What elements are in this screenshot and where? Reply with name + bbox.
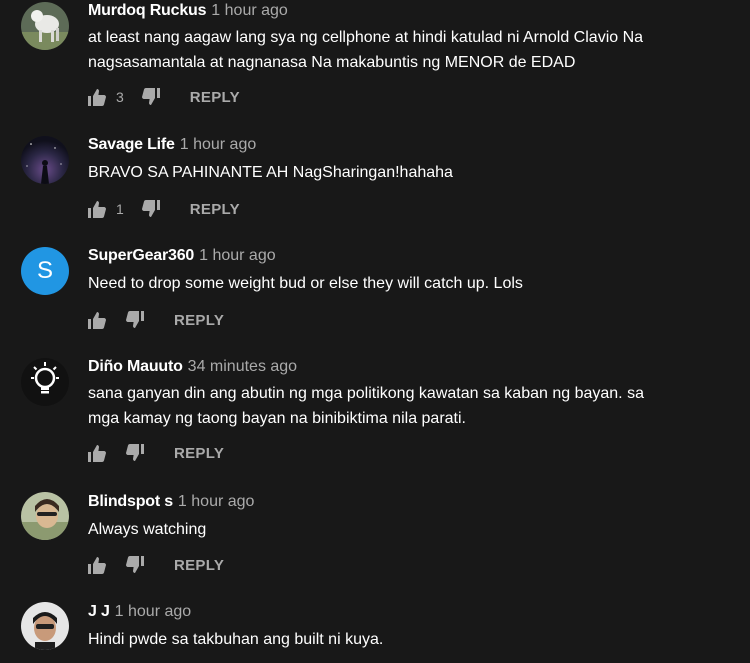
avatar-photo-image: [21, 492, 69, 540]
avatar[interactable]: S: [21, 247, 69, 295]
comment-text-line: Always watching: [88, 521, 207, 538]
author-name[interactable]: SuperGear360: [88, 247, 194, 264]
comment-text-line: at least nang aagaw lang sya ng cellphon…: [88, 29, 644, 46]
comment-timestamp[interactable]: 1 hour ago: [199, 247, 276, 264]
thumbs-down-icon[interactable]: [124, 554, 146, 576]
reply-button[interactable]: REPLY: [190, 89, 240, 106]
like-count: 3: [116, 89, 124, 105]
avatar[interactable]: [21, 2, 69, 50]
comment-timestamp[interactable]: 1 hour ago: [211, 2, 288, 19]
thumbs-up-icon[interactable]: [86, 442, 108, 464]
comment-text-line: mga kamay ng taong bayan na binibiktima …: [88, 410, 466, 427]
avatar-letter: S: [36, 257, 53, 284]
avatar[interactable]: [21, 136, 69, 184]
lightbulb-avatar-icon: [21, 358, 69, 406]
comment-timestamp[interactable]: 1 hour ago: [178, 493, 255, 510]
thumbs-down-icon[interactable]: [140, 86, 162, 108]
like-count: 1: [116, 201, 124, 217]
comment-actions: REPLY: [86, 308, 224, 332]
comment-actions: 3 REPLY: [86, 85, 240, 109]
comment-text-line: sana ganyan din ang abutin ng mga politi…: [88, 385, 644, 402]
comment-text-line: Need to drop some weight bud or else the…: [88, 275, 523, 292]
avatar[interactable]: [21, 602, 69, 650]
comments-section: Murdoq Ruckus 1 hour ago at least nang aa…: [0, 0, 750, 663]
thumbs-down-icon[interactable]: [124, 309, 146, 331]
reply-button[interactable]: REPLY: [190, 201, 240, 218]
comment-actions: REPLY: [86, 441, 224, 465]
comment-timestamp[interactable]: 1 hour ago: [115, 603, 192, 620]
comment-text: BRAVO SA PAHINANTE AH NagSharingan!hahah…: [88, 160, 728, 185]
author-name[interactable]: Murdoq Ruckus: [88, 2, 206, 19]
comment-text-line: BRAVO SA PAHINANTE AH NagSharingan!hahah…: [88, 164, 453, 181]
author-name[interactable]: Diño Mauuto: [88, 358, 183, 375]
comment-actions: REPLY: [86, 553, 224, 577]
comment-text: Always watching: [88, 517, 728, 542]
thumbs-up-icon[interactable]: [86, 86, 108, 108]
comment-timestamp[interactable]: 1 hour ago: [180, 136, 257, 153]
reply-button[interactable]: REPLY: [174, 557, 224, 574]
comment-text-line: nagsasamantala at nagnanasa Na makabunti…: [88, 54, 576, 71]
thumbs-down-icon[interactable]: [124, 442, 146, 464]
avatar[interactable]: [21, 358, 69, 406]
author-name[interactable]: Savage Life: [88, 136, 175, 153]
comment-text: at least nang aagaw lang sya ng cellphon…: [88, 25, 728, 75]
thumbs-up-icon[interactable]: [86, 309, 108, 331]
avatar[interactable]: [21, 492, 69, 540]
comment-text: Hindi pwde sa takbuhan ang built ni kuya…: [88, 627, 728, 652]
comment-text: Need to drop some weight bud or else the…: [88, 271, 728, 296]
thumbs-down-icon[interactable]: [140, 198, 162, 220]
comment-actions: 1 REPLY: [86, 197, 240, 221]
author-name[interactable]: J J: [88, 603, 110, 620]
comment-text-line: Hindi pwde sa takbuhan ang built ni kuya…: [88, 631, 384, 648]
avatar-photo-image: [21, 602, 69, 650]
comment-timestamp[interactable]: 34 minutes ago: [188, 358, 297, 375]
avatar-space-image: [21, 136, 69, 184]
reply-button[interactable]: REPLY: [174, 312, 224, 329]
reply-button[interactable]: REPLY: [174, 445, 224, 462]
author-name[interactable]: Blindspot s: [88, 493, 173, 510]
thumbs-up-icon[interactable]: [86, 198, 108, 220]
avatar-dog-image: [21, 2, 69, 50]
comment-text: sana ganyan din ang abutin ng mga politi…: [88, 381, 728, 431]
thumbs-up-icon[interactable]: [86, 554, 108, 576]
